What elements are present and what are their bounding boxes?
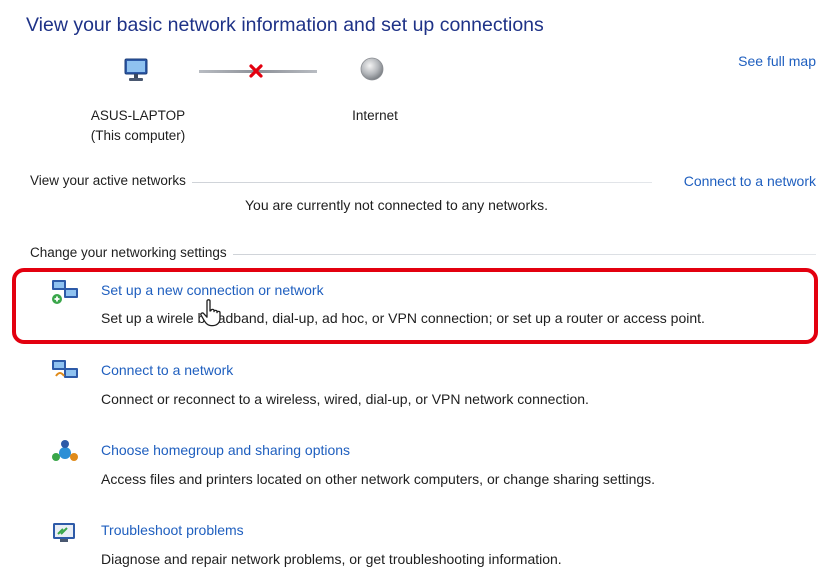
settings-section-label: Change your networking settings <box>30 245 233 260</box>
connect-network-icon <box>50 356 80 386</box>
page-title: View your basic network information and … <box>26 14 544 36</box>
highlight-box <box>12 268 818 344</box>
computer-label: ASUS-LAPTOP (This computer) <box>68 106 208 146</box>
active-networks-label: View your active networks <box>30 173 192 188</box>
connect-to-network-task-link[interactable]: Connect to a network <box>101 362 233 378</box>
homegroup-icon <box>50 438 80 468</box>
homegroup-sharing-link[interactable]: Choose homegroup and sharing options <box>101 442 350 458</box>
troubleshoot-problems-description: Diagnose and repair network problems, or… <box>101 551 562 567</box>
internet-label: Internet <box>352 108 398 123</box>
troubleshoot-problems-link[interactable]: Troubleshoot problems <box>101 522 244 538</box>
see-full-map-link[interactable]: See full map <box>738 53 816 69</box>
connect-to-network-description: Connect or reconnect to a wireless, wire… <box>101 391 589 407</box>
computer-name: ASUS-LAPTOP <box>90 108 186 123</box>
computer-icon[interactable] <box>122 56 152 84</box>
connect-to-network-link[interactable]: Connect to a network <box>684 173 816 189</box>
globe-icon[interactable] <box>359 56 385 82</box>
disconnected-x-icon <box>247 62 265 80</box>
homegroup-sharing-description: Access files and printers located on oth… <box>101 471 656 487</box>
troubleshoot-icon <box>50 518 80 548</box>
connection-status-text: You are currently not connected to any n… <box>245 197 548 213</box>
computer-subtitle: (This computer) <box>90 128 186 143</box>
